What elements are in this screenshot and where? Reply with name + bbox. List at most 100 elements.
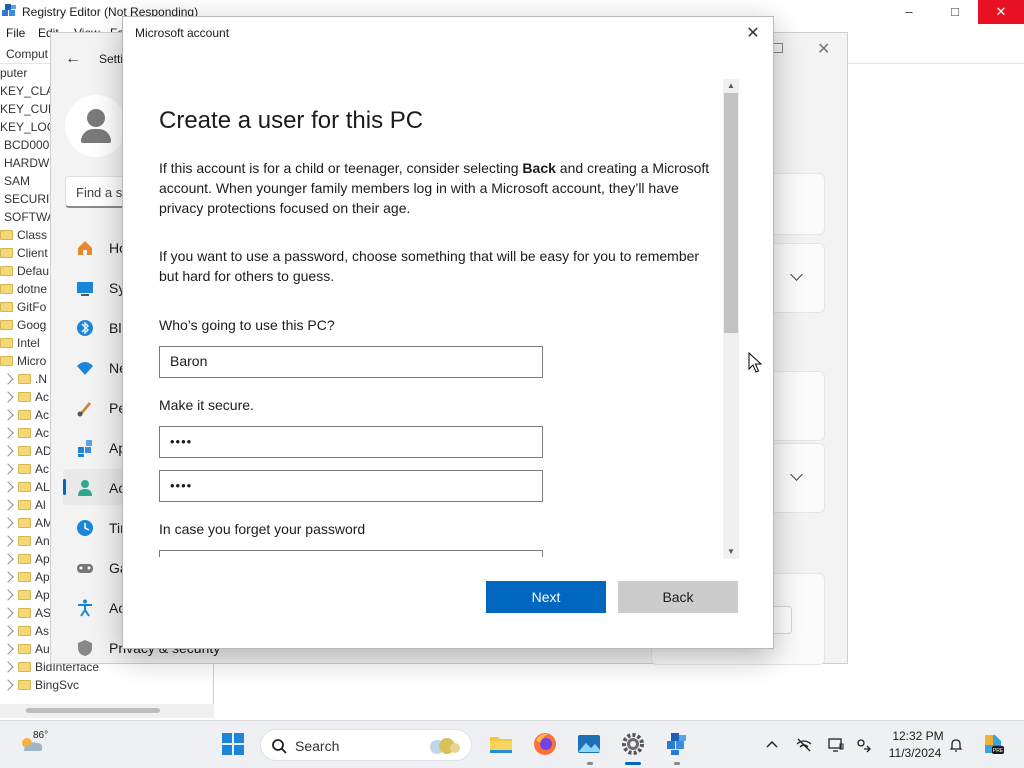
chevron-right-icon[interactable] xyxy=(2,445,14,457)
dialog-title: Microsoft account xyxy=(135,26,230,40)
chevron-right-icon[interactable] xyxy=(2,481,14,493)
photos-icon[interactable] xyxy=(576,731,602,757)
scrollbar-thumb[interactable] xyxy=(26,708,160,713)
copilot-icon[interactable]: PRE xyxy=(980,731,1006,757)
registry-tree-node[interactable]: SOFTWA xyxy=(4,208,55,226)
settings-close-icon[interactable]: ✕ xyxy=(817,39,830,59)
scroll-up-icon[interactable]: ▲ xyxy=(723,79,739,93)
chevron-right-icon[interactable] xyxy=(2,373,14,385)
registry-tree-node[interactable]: Class xyxy=(0,226,47,244)
registry-tree-node[interactable]: AM xyxy=(2,514,53,532)
registry-tree-node[interactable]: Ap xyxy=(2,586,50,604)
chevron-right-icon[interactable] xyxy=(2,625,14,637)
next-button[interactable]: Next xyxy=(486,581,606,613)
taskbar-search-box[interactable]: Search xyxy=(260,729,472,761)
chevron-down-icon[interactable] xyxy=(790,468,803,481)
registry-tree-node[interactable]: AD xyxy=(2,442,52,460)
folder-icon xyxy=(18,374,31,384)
registry-tree-node[interactable]: Ap xyxy=(2,550,50,568)
personalization-icon xyxy=(77,402,91,417)
chevron-right-icon[interactable] xyxy=(2,391,14,403)
folder-icon xyxy=(18,518,31,528)
chevron-right-icon[interactable] xyxy=(2,643,14,655)
taskbar-search-label: Search xyxy=(295,738,340,754)
username-field[interactable]: Baron xyxy=(159,346,543,378)
notification-bell-icon[interactable] xyxy=(948,737,964,753)
settings-search-placeholder: Find a s xyxy=(76,185,123,200)
chevron-down-icon[interactable] xyxy=(790,268,803,281)
registry-tree-node[interactable]: Intel xyxy=(0,334,40,352)
clock-time[interactable]: 12:32 PM xyxy=(888,729,948,743)
registry-node-label: Goog xyxy=(17,318,47,332)
registry-tree-node[interactable]: .N xyxy=(2,370,47,388)
scroll-down-icon[interactable]: ▼ xyxy=(723,545,739,559)
user-avatar[interactable] xyxy=(65,95,127,157)
registry-editor-icon[interactable] xyxy=(664,731,690,757)
registry-tree-node[interactable]: Ac xyxy=(2,460,49,478)
chevron-right-icon[interactable] xyxy=(2,409,14,421)
registry-tree-node[interactable]: As xyxy=(2,622,49,640)
registry-close-button[interactable]: ✕ xyxy=(978,0,1024,24)
chevron-right-icon[interactable] xyxy=(2,679,14,691)
chevron-right-icon[interactable] xyxy=(2,535,14,547)
registry-tree-node[interactable]: Micro xyxy=(0,352,46,370)
registry-node-label: Ac xyxy=(35,408,50,422)
registry-tree-node[interactable]: AS xyxy=(2,604,51,622)
registry-tree-node[interactable]: Goog xyxy=(0,316,46,334)
registry-tree-scrollbar[interactable] xyxy=(0,704,214,718)
clock-date[interactable]: 11/3/2024 xyxy=(882,746,948,760)
chevron-right-icon[interactable] xyxy=(2,661,14,673)
registry-tree-node[interactable]: Ac xyxy=(2,388,49,406)
chevron-right-icon[interactable] xyxy=(2,499,14,511)
settings-icon[interactable] xyxy=(620,731,646,757)
back-button[interactable]: Back xyxy=(618,581,738,613)
registry-tree-node[interactable]: HARDW xyxy=(4,154,49,172)
network-disconnected-icon[interactable] xyxy=(796,737,812,753)
registry-tree-node[interactable]: AL xyxy=(2,478,50,496)
security-question-field[interactable] xyxy=(159,550,543,557)
chevron-right-icon[interactable] xyxy=(2,589,14,601)
chevron-up-icon[interactable] xyxy=(764,737,780,753)
registry-tree-node[interactable]: Al xyxy=(2,496,46,514)
dialog-scrollbar[interactable]: ▲ ▼ xyxy=(723,79,739,559)
registry-tree-node[interactable]: Ac xyxy=(2,406,50,424)
registry-node-label: HARDW xyxy=(4,156,50,170)
registry-tree-node[interactable]: An xyxy=(2,532,50,550)
maximize-icon[interactable] xyxy=(773,43,783,53)
dialog-close-icon[interactable]: ✕ xyxy=(742,23,764,45)
registry-tree-node[interactable]: Au xyxy=(2,640,50,658)
chevron-right-icon[interactable] xyxy=(2,427,14,439)
minimize-icon[interactable]: – xyxy=(886,0,932,24)
display-icon[interactable] xyxy=(828,737,844,753)
chevron-right-icon[interactable] xyxy=(2,571,14,583)
back-arrow-icon[interactable]: ← xyxy=(65,50,81,68)
chevron-right-icon[interactable] xyxy=(2,553,14,565)
menu-file[interactable]: File xyxy=(6,26,25,40)
chevron-right-icon[interactable] xyxy=(2,607,14,619)
maximize-icon[interactable]: □ xyxy=(932,0,978,24)
firefox-icon[interactable] xyxy=(532,731,558,757)
registry-tree-node[interactable]: puter xyxy=(0,64,27,82)
registry-tree-node[interactable]: dotne xyxy=(0,280,47,298)
registry-tree-node[interactable]: GitFo xyxy=(0,298,46,316)
chevron-right-icon[interactable] xyxy=(2,517,14,529)
confirm-password-field[interactable]: •••• xyxy=(159,470,543,502)
windows-start-icon[interactable] xyxy=(220,731,246,757)
registry-tree-node[interactable]: Defau xyxy=(0,262,49,280)
registry-tree-node[interactable]: Ac xyxy=(2,424,49,442)
registry-tree-node[interactable]: Client xyxy=(0,244,48,262)
scrollbar-thumb[interactable] xyxy=(724,93,738,333)
chevron-right-icon[interactable] xyxy=(2,463,14,475)
registry-node-label: Ap xyxy=(35,588,50,602)
registry-tree-node[interactable]: Ap xyxy=(2,568,50,586)
registry-tree-node[interactable]: BingSvc xyxy=(2,676,79,694)
password-field[interactable]: •••• xyxy=(159,426,543,458)
registry-tree-node[interactable]: SECURIT xyxy=(4,190,57,208)
registry-tree-node[interactable]: SAM xyxy=(4,172,30,190)
folder-icon xyxy=(0,230,13,240)
folder-icon xyxy=(18,428,31,438)
file-explorer-icon[interactable] xyxy=(488,731,514,757)
accessibility-tray-icon[interactable] xyxy=(856,737,872,753)
registry-tree-node[interactable]: BCD0000 xyxy=(4,136,56,154)
folder-icon xyxy=(0,284,13,294)
